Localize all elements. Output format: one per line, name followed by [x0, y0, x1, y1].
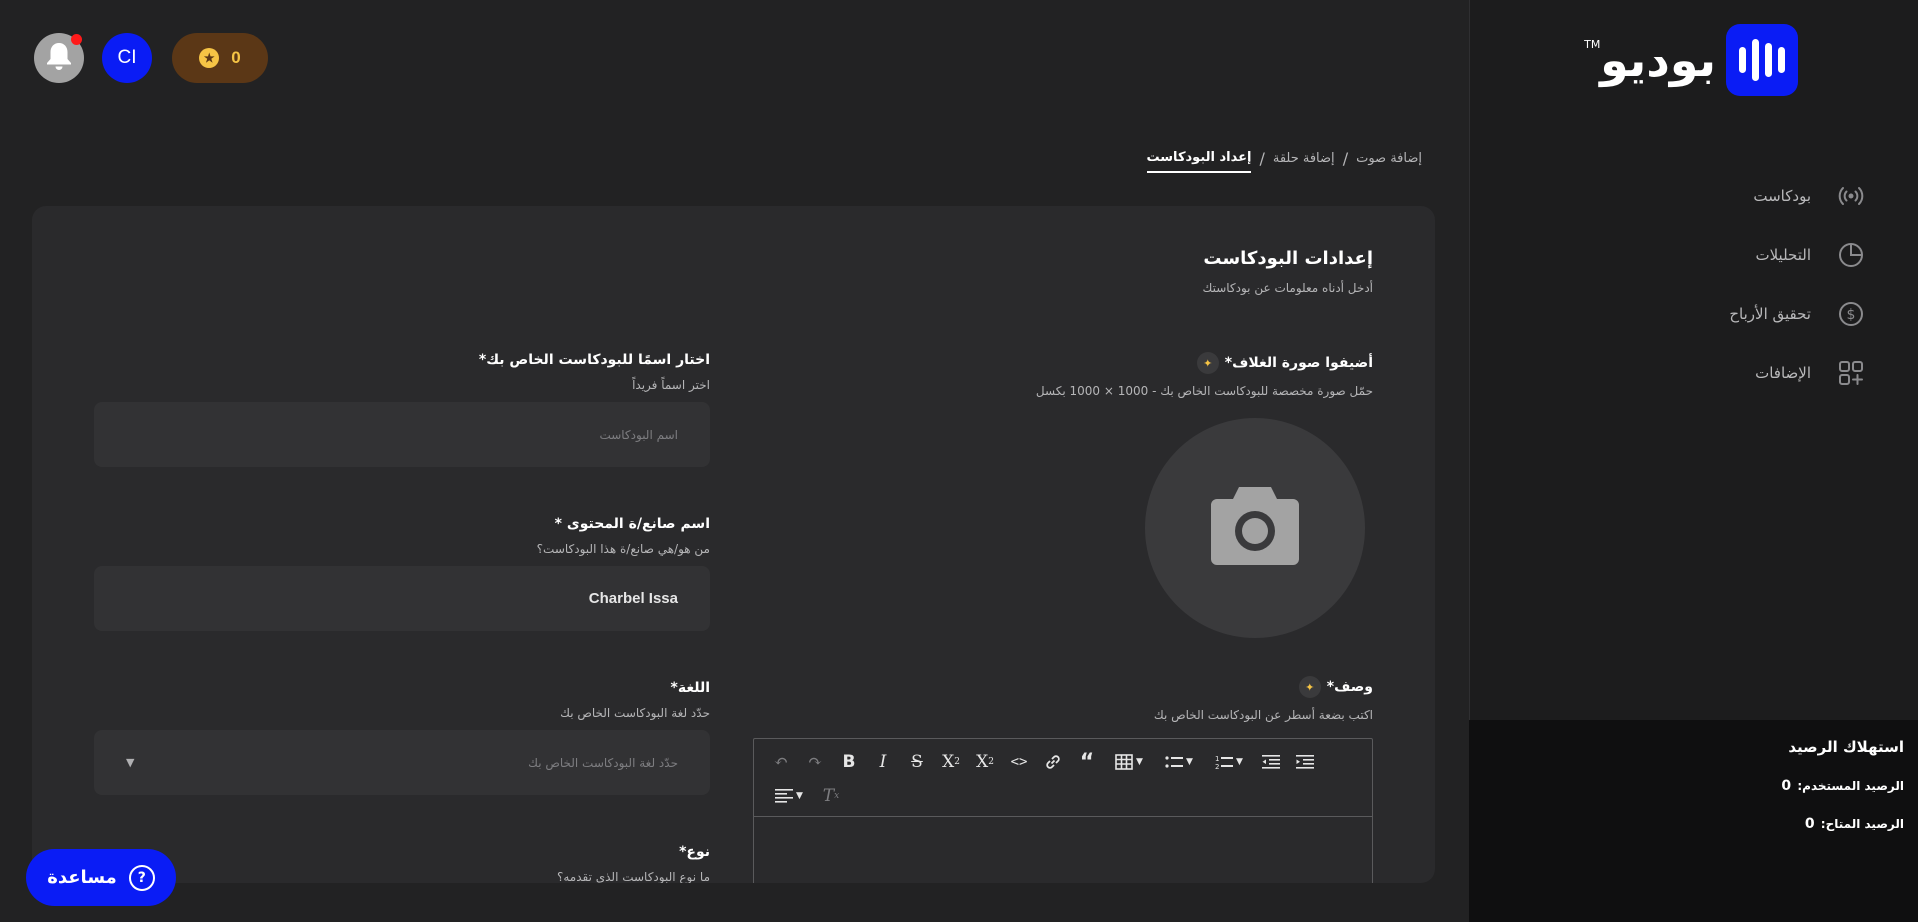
add-grid-icon — [1837, 359, 1865, 387]
balance-title: استهلاك الرصيد — [1788, 738, 1904, 756]
description-editor[interactable]: ↶ ↷ B I S X2 X2 <> “ ▼ ▼ 1 2 ▼ ▼ T x — [753, 738, 1373, 883]
balance-available-value: 0 — [1804, 816, 1815, 832]
creator-hint: من هو/هي صانع/ة هذا البودكاست؟ — [536, 542, 710, 556]
sidebar-item-label: تحقيق الأرباح — [1729, 304, 1811, 323]
indent-icon[interactable] — [1288, 747, 1322, 777]
coins-badge[interactable]: ★ 0 — [172, 33, 268, 83]
balance-used-value: 0 — [1781, 778, 1792, 794]
bold-icon[interactable]: B — [832, 747, 866, 777]
brand-logo[interactable]: TM بوديو — [1584, 24, 1798, 96]
step-add-audio[interactable]: إضافة صوت — [1356, 151, 1422, 166]
podcast-name-placeholder: اسم البودكاست — [599, 427, 678, 442]
question-icon: ? — [128, 864, 155, 891]
dollar-icon: $ — [1837, 300, 1865, 328]
pie-chart-icon — [1837, 241, 1865, 269]
creator-name-input[interactable]: Charbel Issa — [94, 566, 710, 631]
type-section: نوع* ما نوع البودكاست الذي تقدمه؟ — [94, 844, 710, 883]
star-coin-icon: ★ — [199, 48, 220, 68]
page-subtitle: أدخل أدناه معلومات عن بودكاستك — [1202, 281, 1373, 295]
language-hint: حدّد لغة البودكاست الخاص بك — [560, 706, 710, 720]
table-icon[interactable]: ▼ — [1104, 747, 1154, 777]
language-select[interactable]: حدّد لغة البودكاست الخاص بك ▼ — [94, 730, 710, 795]
sidebar-item-analytics[interactable]: التحليلات — [1545, 225, 1865, 284]
coins-count: 0 — [231, 48, 241, 67]
outdent-icon[interactable] — [1254, 747, 1288, 777]
language-section: اللغة* حدّد لغة البودكاست الخاص بك حدّد … — [94, 680, 710, 795]
creator-label: اسم صانع/ة المحتوى * — [554, 516, 710, 532]
sidebar-item-label: بودكاست — [1753, 186, 1811, 205]
type-label: نوع* — [679, 844, 710, 860]
balance-used: الرصيد المستخدم: 0 — [1781, 778, 1904, 794]
breadcrumb: إعداد البودكاست / إضافة حلقة / إضافة صوت — [1146, 144, 1422, 173]
step-podcast-setup[interactable]: إعداد البودكاست — [1146, 150, 1252, 173]
language-placeholder: حدّد لغة البودكاست الخاص بك — [528, 755, 678, 770]
creator-name-value: Charbel Issa — [588, 590, 678, 607]
subscript-icon[interactable]: X2 — [934, 747, 968, 777]
creator-section: اسم صانع/ة المحتوى * من هو/هي صانع/ة هذا… — [94, 516, 710, 631]
cover-label: أضيفوا صورة الغلاف* ✦ — [753, 352, 1373, 374]
sidebar: TM بوديو بودكاست التحليلات تحقيق الأرباح… — [1469, 0, 1918, 922]
svg-text:1: 1 — [1215, 755, 1219, 763]
numbered-list-icon[interactable]: 12 ▼ — [1204, 747, 1254, 777]
brand-wordmark: TM بوديو — [1584, 33, 1716, 87]
camera-icon — [1207, 483, 1303, 573]
sidebar-nav: بودكاست التحليلات تحقيق الأرباح $ الإضاف… — [1545, 166, 1865, 402]
cover-hint: حمّل صورة مخصصة للبودكاست الخاص بك - 100… — [1035, 384, 1373, 398]
breadcrumb-separator: / — [1342, 149, 1349, 168]
blockquote-icon[interactable]: “ — [1070, 747, 1104, 777]
sidebar-item-label: التحليلات — [1755, 245, 1811, 264]
bell-icon — [45, 41, 73, 75]
brand-logo-icon — [1726, 24, 1798, 96]
description-hint: اكتب بضعة أسطر عن البودكاست الخاص بك — [1153, 708, 1373, 722]
svg-text:2: 2 — [1215, 763, 1219, 770]
bullet-list-icon[interactable]: ▼ — [1154, 747, 1204, 777]
clear-format-icon[interactable]: Tx — [814, 781, 848, 811]
sidebar-item-podcast[interactable]: بودكاست — [1545, 166, 1865, 225]
page-title: إعدادات البودكاست — [1203, 248, 1373, 269]
balance-panel: استهلاك الرصيد الرصيد المستخدم: 0 الرصيد… — [1469, 720, 1918, 922]
language-label: اللغة* — [670, 680, 710, 696]
link-icon[interactable] — [1036, 747, 1070, 777]
help-label: مساعدة — [47, 867, 117, 888]
undo-icon[interactable]: ↶ — [764, 747, 798, 777]
sidebar-item-label: الإضافات — [1755, 363, 1811, 382]
broadcast-icon — [1837, 182, 1865, 210]
podcast-name-label: اختار اسمًا للبودكاست الخاص بك* — [478, 352, 710, 368]
step-add-episode[interactable]: إضافة حلقة — [1273, 151, 1335, 166]
code-icon[interactable]: <> — [1002, 747, 1036, 777]
podcast-name-hint: اختر اسماً فريداً — [632, 378, 710, 392]
sidebar-item-addons[interactable]: الإضافات — [1545, 343, 1865, 402]
redo-icon[interactable]: ↷ — [798, 747, 832, 777]
help-button[interactable]: ? مساعدة — [26, 849, 176, 906]
description-section: وصف* ✦ اكتب بضعة أسطر عن البودكاست الخاص… — [753, 676, 1373, 722]
align-icon[interactable]: ▼ — [764, 781, 814, 811]
breadcrumb-separator: / — [1259, 149, 1265, 168]
description-label: وصف* ✦ — [753, 676, 1373, 698]
notification-dot — [71, 34, 82, 45]
balance-available: الرصيد المتاح: 0 — [1804, 816, 1904, 832]
trademark: TM — [1584, 38, 1601, 51]
podcast-settings-card: إعدادات البودكاست أدخل أدناه معلومات عن … — [32, 206, 1435, 883]
ai-sparkle-icon[interactable]: ✦ — [1298, 676, 1321, 698]
user-avatar[interactable]: CI — [102, 33, 152, 83]
sidebar-item-monetization[interactable]: تحقيق الأرباح $ — [1545, 284, 1865, 343]
superscript-icon[interactable]: X2 — [968, 747, 1002, 777]
type-hint: ما نوع البودكاست الذي تقدمه؟ — [556, 870, 710, 883]
italic-icon[interactable]: I — [866, 747, 900, 777]
ai-sparkle-icon[interactable]: ✦ — [1196, 352, 1219, 374]
cover-section: أضيفوا صورة الغلاف* ✦ حمّل صورة مخصصة لل… — [753, 352, 1373, 398]
svg-text:$: $ — [1847, 307, 1856, 323]
strikethrough-icon[interactable]: S — [900, 747, 934, 777]
podcast-name-section: اختار اسمًا للبودكاست الخاص بك* اختر اسم… — [94, 352, 710, 467]
notifications-button[interactable] — [34, 33, 84, 83]
chevron-down-icon: ▼ — [126, 756, 135, 769]
editor-toolbar: ↶ ↷ B I S X2 X2 <> “ ▼ ▼ 1 2 ▼ ▼ T x — [754, 739, 1372, 817]
podcast-name-input[interactable]: اسم البودكاست — [94, 402, 710, 467]
cover-upload[interactable] — [1145, 418, 1365, 638]
